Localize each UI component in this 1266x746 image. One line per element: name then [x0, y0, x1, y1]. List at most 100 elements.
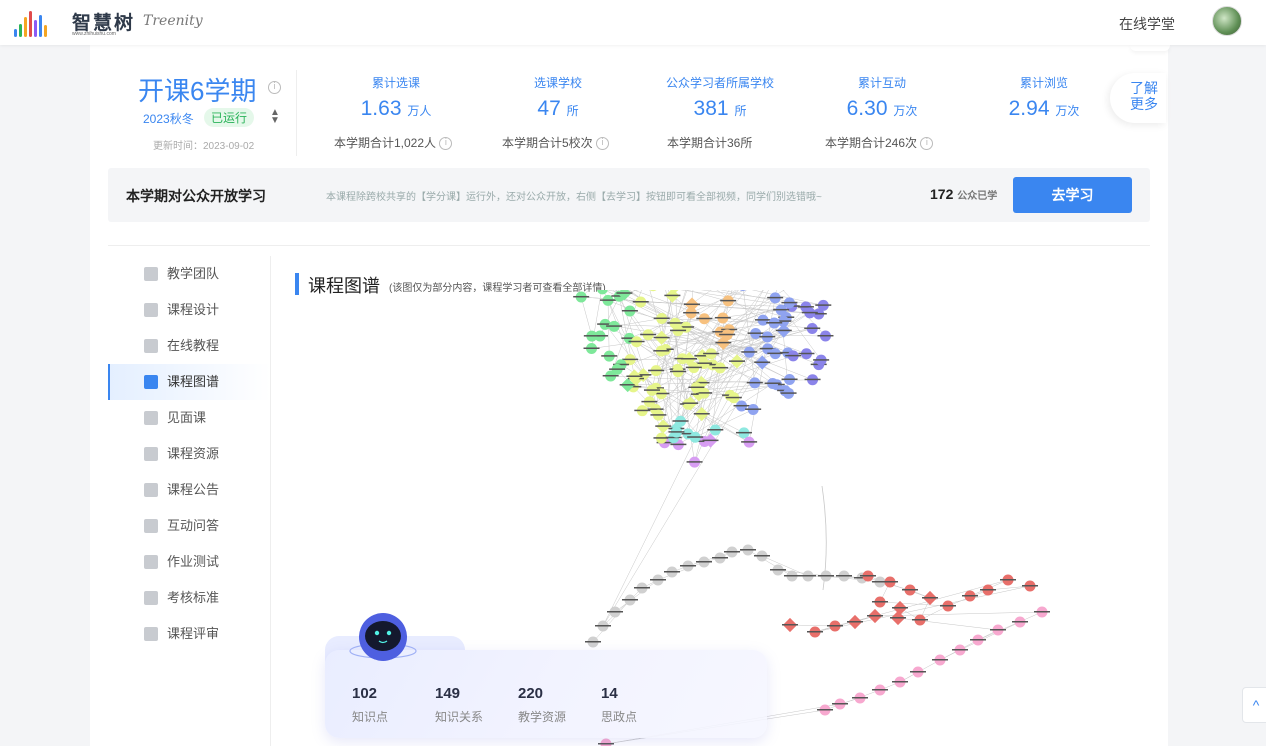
graph-node[interactable]	[665, 290, 680, 303]
logo-bars-icon[interactable]	[14, 7, 47, 37]
graph-edge	[959, 621, 1021, 651]
menu-item-course-graph[interactable]: 课程图谱	[108, 364, 271, 400]
graph-node[interactable]	[648, 290, 659, 292]
info-icon[interactable]: i	[920, 137, 934, 151]
graph-node-label	[714, 316, 731, 319]
graph-node-label	[912, 619, 928, 621]
term-title: 开课6学期 i	[138, 71, 281, 108]
graph-node[interactable]	[737, 290, 748, 292]
checklist-icon	[144, 591, 158, 605]
graph-edge	[977, 611, 1043, 641]
graph-node-label	[800, 575, 816, 577]
graph-node[interactable]	[600, 738, 612, 746]
info-icon[interactable]: i	[596, 137, 610, 151]
graph-node-label	[634, 409, 651, 412]
graph-node-label	[1034, 611, 1050, 613]
menu-item-course-design[interactable]: 课程设计	[108, 292, 271, 328]
graph-node-label	[1022, 585, 1038, 587]
graph-node-label	[735, 431, 752, 434]
nav-online-classroom[interactable]: 在线学堂	[1119, 14, 1175, 34]
stat-sub-schools: 本学期合计5校次 i	[502, 134, 610, 151]
menu-item-assessment[interactable]: 考核标准	[108, 580, 271, 616]
graph-node-label	[607, 611, 623, 613]
menu-item-course-notice[interactable]: 课程公告	[108, 472, 271, 508]
graph-node-label	[619, 384, 636, 386]
stat-views: 累计浏览 2.94 万次	[1008, 76, 1080, 120]
menu-item-course-resources[interactable]: 课程资源	[108, 436, 271, 472]
status-badge: 已运行	[204, 108, 255, 127]
banner-description: 本课程除跨校共享的【学分课】运行外，还对公众开放，右侧【去学习】按钮即可看全部视…	[326, 192, 822, 203]
graph-node-label	[754, 361, 771, 364]
graph-node-label	[882, 581, 898, 583]
graph-node-label	[719, 333, 736, 336]
graph-node-label	[766, 322, 783, 324]
graph-node-label	[728, 360, 745, 362]
go-learn-button[interactable]: 去学习	[1013, 177, 1132, 213]
graph-node-label	[781, 378, 798, 381]
stat-total-enrollment: 累计选课 1.63 万人	[360, 76, 432, 120]
graph-node-label	[720, 299, 737, 302]
graph-node-label	[628, 340, 645, 343]
avatar[interactable]	[1212, 6, 1242, 36]
graph-node-label	[643, 389, 660, 391]
stat-knowledge-points: 102 知识点	[352, 685, 389, 724]
stat-knowledge-relations: 149 知识关系	[435, 685, 484, 724]
graph-node-label	[707, 429, 724, 431]
menu-item-qa[interactable]: 互动问答	[108, 508, 271, 544]
back-to-top-button[interactable]: ^	[1242, 687, 1266, 723]
graph-node-label	[665, 436, 682, 439]
video-play-icon	[144, 339, 158, 353]
learn-more-button[interactable]: 了解更多	[1110, 73, 1166, 123]
graph-node-label	[687, 436, 704, 438]
robot-mascot-icon	[349, 613, 417, 661]
info-icon[interactable]: i	[439, 137, 453, 151]
graph-node-label	[740, 549, 756, 551]
graph-node-label	[622, 358, 639, 361]
stat-ideology-points: 14 思政点	[601, 685, 638, 724]
term-season[interactable]: 2023秋冬	[143, 110, 194, 127]
menu-item-homework[interactable]: 作业测试	[108, 544, 271, 580]
graph-edge	[614, 318, 662, 327]
graph-node-label	[813, 359, 830, 361]
graph-node-label	[817, 334, 834, 337]
side-menu: 教学团队 课程设计 在线教程 课程图谱 见面课 课程资源 课程公告 互动问答 作…	[108, 256, 271, 652]
graph-node-label	[747, 332, 764, 334]
graph-node-label	[745, 408, 762, 410]
menu-item-teaching-team[interactable]: 教学团队	[108, 256, 271, 292]
graph-node-label	[693, 413, 710, 415]
season-dropdown-icon[interactable]: ▲ ▼	[270, 108, 280, 126]
graph-node-label	[573, 295, 590, 298]
graph-node-label	[980, 589, 996, 591]
graph-node-label	[626, 375, 643, 377]
graph-node-label	[724, 551, 740, 553]
graph-node-label	[940, 605, 956, 607]
graph-node[interactable]	[597, 290, 608, 295]
graph-node-label	[872, 689, 888, 691]
graph-node-label	[634, 587, 650, 589]
graph-node-label	[648, 369, 665, 372]
graph-node-label	[818, 575, 834, 577]
course-main-card: 开课6学期 i 2023秋冬 已运行 ▲ ▼ 更新时间：2023-09-02 累计…	[90, 45, 1170, 746]
graph-node-label	[807, 631, 823, 633]
graph-node-label	[815, 304, 832, 306]
bar-chart-icon	[144, 627, 158, 641]
graph-node-label	[804, 378, 821, 381]
menu-item-online-tutorial[interactable]: 在线教程	[108, 328, 271, 364]
graph-node-label	[650, 579, 666, 581]
graph-node-label	[1012, 621, 1028, 623]
graph-node-label	[702, 439, 719, 442]
graph-node-label	[653, 336, 670, 339]
graph-node-label	[601, 355, 618, 357]
menu-item-meeting-class[interactable]: 见面课	[108, 400, 271, 436]
stat-sub-public-schools: 本学期合计36所	[667, 136, 753, 150]
logo-english: Treenity	[143, 13, 203, 29]
graph-node-label	[683, 311, 700, 314]
logo-url: www.zhihuishu.com	[72, 31, 116, 37]
graph-node-label	[670, 329, 687, 332]
info-icon[interactable]: i	[268, 81, 281, 94]
graph-node-label	[962, 595, 978, 597]
public-learner-count: 172 公众已学	[930, 186, 998, 202]
menu-item-course-review[interactable]: 课程评审	[108, 616, 271, 652]
graph-node-label	[836, 575, 852, 577]
graph-node-label	[770, 569, 786, 571]
